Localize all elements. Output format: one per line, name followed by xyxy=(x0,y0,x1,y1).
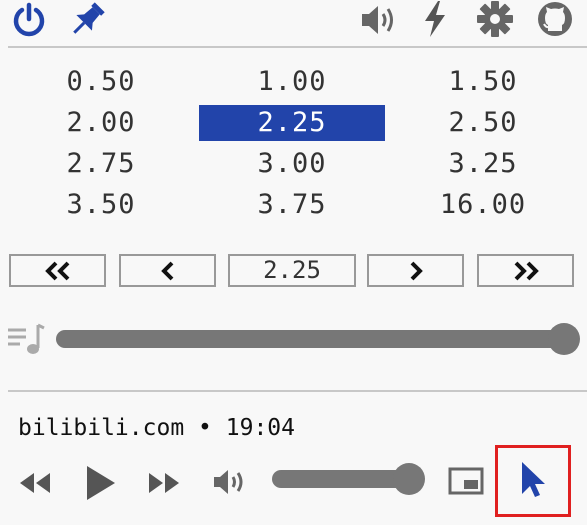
speed-option[interactable]: 2.50 xyxy=(390,105,576,141)
speed-option[interactable]: 2.75 xyxy=(8,146,194,182)
current-speed-value: 2.25 xyxy=(228,254,356,287)
speed-option[interactable]: 3.25 xyxy=(390,146,576,182)
media-time: 19:04 xyxy=(225,415,295,441)
volume-icon[interactable] xyxy=(360,3,398,41)
speed-option[interactable]: 3.75 xyxy=(199,187,385,223)
speed-option[interactable]: 2.25 xyxy=(199,105,385,141)
speed-min-button[interactable] xyxy=(9,254,106,287)
cursor-icon xyxy=(518,459,548,503)
fast-forward-icon[interactable] xyxy=(147,469,181,501)
speed-slider-thumb[interactable] xyxy=(548,323,580,355)
gear-icon[interactable] xyxy=(476,1,514,41)
chevron-right-icon xyxy=(409,261,423,281)
speed-option[interactable]: 1.50 xyxy=(390,64,576,100)
rewind-icon[interactable] xyxy=(18,469,52,501)
double-chevron-left-icon xyxy=(44,261,72,281)
site-name: bilibili.com xyxy=(18,415,185,441)
double-chevron-right-icon xyxy=(512,261,540,281)
speed-up-button[interactable] xyxy=(367,254,464,287)
picture-in-picture-icon[interactable] xyxy=(448,466,484,500)
speed-option[interactable]: 0.50 xyxy=(8,64,194,100)
speed-slider[interactable] xyxy=(56,323,580,355)
github-icon[interactable] xyxy=(536,1,574,41)
volume-slider-thumb[interactable] xyxy=(392,463,425,495)
top-divider xyxy=(8,46,587,48)
speed-option[interactable]: 16.00 xyxy=(390,187,576,223)
volume-icon[interactable] xyxy=(212,466,248,502)
bottom-divider xyxy=(8,390,587,392)
power-icon[interactable] xyxy=(11,2,47,42)
media-info: bilibili.com • 19:04 xyxy=(18,415,295,441)
speed-max-button[interactable] xyxy=(477,254,574,287)
speed-slider-track xyxy=(56,330,564,348)
separator: • xyxy=(198,415,212,441)
volume-slider[interactable] xyxy=(272,463,434,495)
play-icon[interactable] xyxy=(84,463,118,507)
music-queue-icon xyxy=(6,322,46,360)
speed-option[interactable]: 3.50 xyxy=(8,187,194,223)
chevron-left-icon xyxy=(160,261,175,281)
speed-down-button[interactable] xyxy=(119,254,216,287)
speed-option[interactable]: 2.00 xyxy=(8,105,194,141)
speed-option[interactable]: 1.00 xyxy=(199,64,385,100)
lightning-icon[interactable] xyxy=(420,0,450,42)
cursor-button[interactable] xyxy=(495,445,571,517)
speed-option[interactable]: 3.00 xyxy=(199,146,385,182)
pin-icon[interactable] xyxy=(66,0,108,44)
